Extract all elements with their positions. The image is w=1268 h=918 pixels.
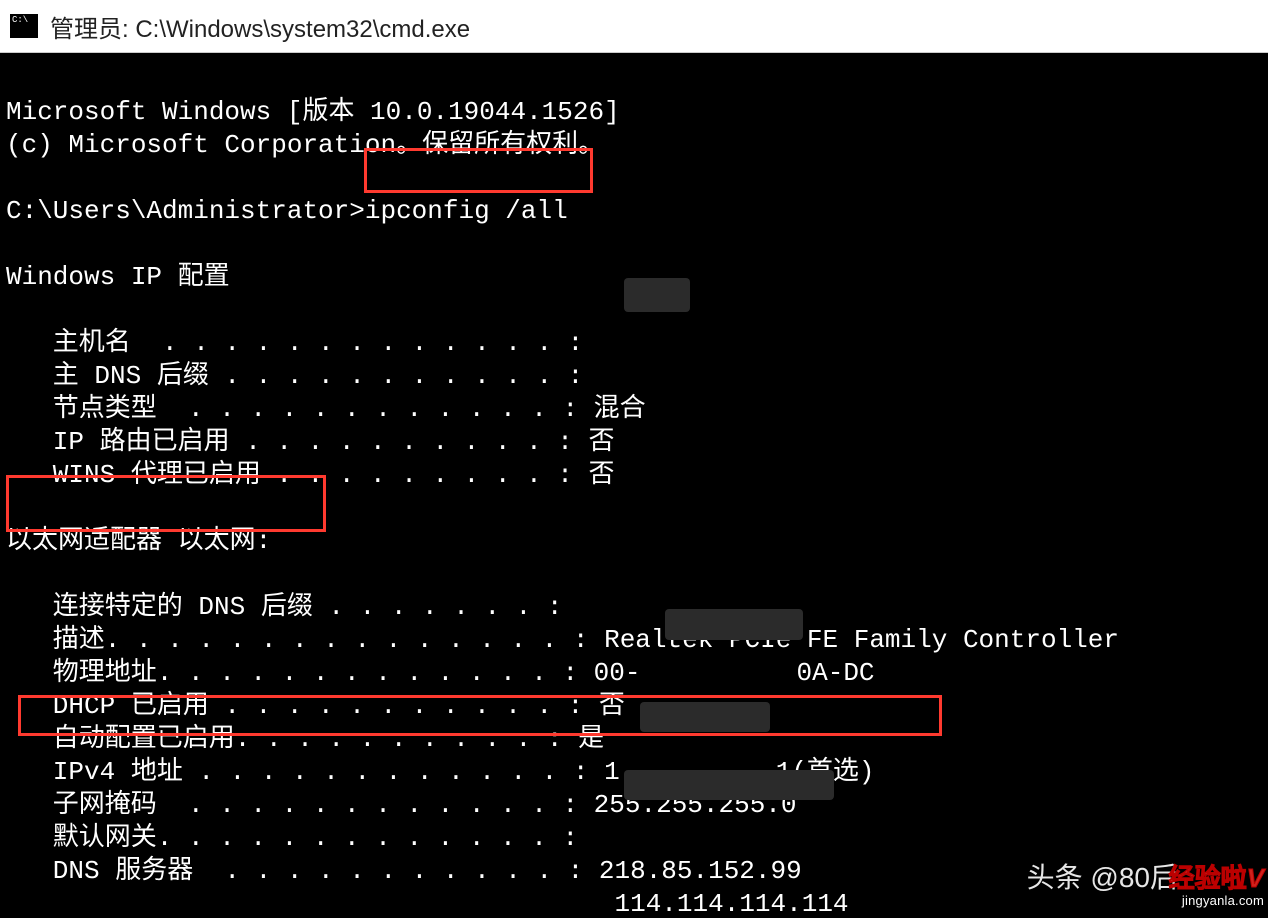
- field-dhcp-enabled: DHCP 已启用 . . . . . . . . . . . : 否: [6, 691, 625, 721]
- cmd-window: 管理员: C:\Windows\system32\cmd.exe Microso…: [0, 0, 1268, 918]
- prompt: C:\Users\Administrator>: [6, 196, 365, 226]
- censor-block: [640, 702, 770, 732]
- watermark-url: jingyanla.com: [1169, 893, 1264, 908]
- watermark-text: 经验啦: [1169, 863, 1247, 893]
- cmd-icon: [10, 14, 38, 38]
- adapter-header: 以太网适配器 以太网:: [6, 526, 271, 556]
- terminal-line: [6, 559, 22, 589]
- watermark-jingyanla: 经验啦V jingyanla.com: [1169, 858, 1264, 908]
- field-autoconfig: 自动配置已启用. . . . . . . . . . : 是: [6, 724, 604, 754]
- censor-block: [624, 278, 690, 312]
- field-wins-proxy: WINS 代理已启用 . . . . . . . . . : 否: [6, 460, 614, 490]
- title-bar[interactable]: 管理员: C:\Windows\system32\cmd.exe: [0, 0, 1268, 53]
- field-conn-dns-suffix: 连接特定的 DNS 后缀 . . . . . . . :: [6, 592, 562, 622]
- command-text: ipconfig /all: [365, 196, 568, 226]
- field-hostname: 主机名 . . . . . . . . . . . . . :: [6, 328, 583, 358]
- watermark-toutiao: 头条 @80后: [1027, 856, 1178, 896]
- censor-block: [665, 609, 803, 640]
- field-ip-routing: IP 路由已启用 . . . . . . . . . . : 否: [6, 427, 614, 457]
- field-description: 描述. . . . . . . . . . . . . . . : Realte…: [6, 625, 1119, 655]
- terminal-line: [6, 295, 22, 325]
- censor-block: [624, 770, 834, 800]
- field-dns-server-2: 114.114.114.114: [6, 889, 849, 918]
- field-dns-server: DNS 服务器 . . . . . . . . . . . : 218.85.1…: [6, 856, 802, 886]
- watermark-v-icon: V: [1247, 863, 1264, 893]
- section-header: Windows IP 配置: [6, 262, 230, 292]
- terminal-line: [6, 163, 22, 193]
- prompt-line: C:\Users\Administrator>ipconfig /all: [6, 196, 568, 226]
- terminal-line: [6, 493, 22, 523]
- field-primary-dns-suffix: 主 DNS 后缀 . . . . . . . . . . . :: [6, 361, 583, 391]
- terminal-line: [6, 229, 22, 259]
- field-default-gateway: 默认网关. . . . . . . . . . . . . :: [6, 823, 578, 853]
- terminal-line: (c) Microsoft Corporation。保留所有权利。: [6, 130, 604, 160]
- field-node-type: 节点类型 . . . . . . . . . . . . : 混合: [6, 394, 646, 424]
- terminal-line: Microsoft Windows [版本 10.0.19044.1526]: [6, 97, 620, 127]
- field-physical-address: 物理地址. . . . . . . . . . . . . : 00- 0A-D…: [6, 658, 875, 688]
- window-title: 管理员: C:\Windows\system32\cmd.exe: [50, 9, 470, 44]
